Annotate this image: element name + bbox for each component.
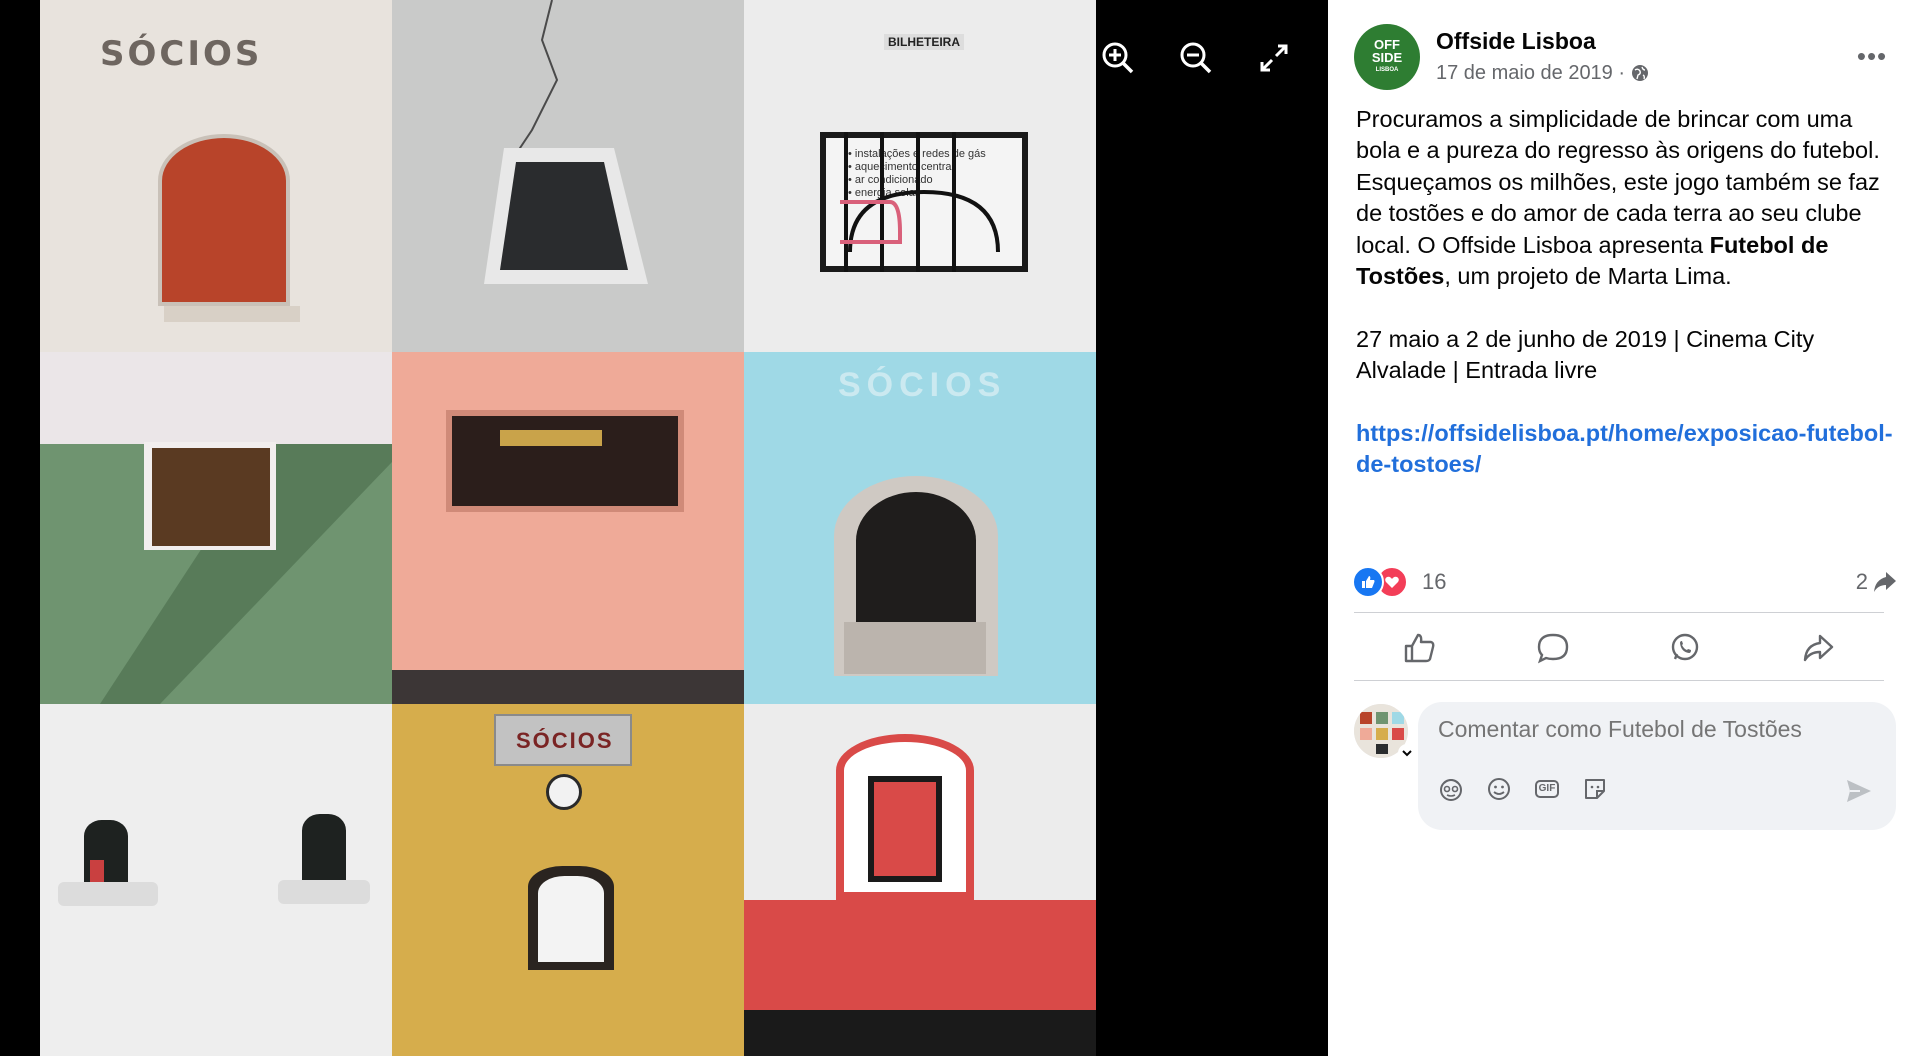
photo-tile-bilheteira: BILHETEIRA • instalações e redes de gás … — [744, 0, 1096, 352]
post-link[interactable]: https://offsidelisboa.pt/home/exposicao-… — [1356, 420, 1893, 477]
avatar-sticker-icon[interactable] — [1436, 774, 1466, 804]
comment-composer: GIF — [1418, 702, 1896, 830]
post-event-info: 27 maio a 2 de junho de 2019 | Cinema Ci… — [1356, 325, 1815, 384]
viewer-toolbar — [1094, 34, 1298, 82]
comment-button[interactable] — [1523, 624, 1583, 672]
share-icon — [1803, 634, 1833, 662]
send-icon[interactable] — [1844, 776, 1874, 806]
share-count-icon — [1874, 572, 1896, 592]
zoom-out-icon[interactable] — [1172, 34, 1220, 82]
whatsapp-icon — [1672, 633, 1699, 661]
more-options-button[interactable]: ••• — [1850, 38, 1894, 74]
tile-text-socios-faded: SÓCIOS — [838, 366, 1007, 404]
photo-tile-yellow-wall: SÓCIOS — [392, 704, 744, 1056]
share-button[interactable] — [1788, 624, 1848, 672]
account-switch-chevron-icon[interactable] — [1398, 744, 1416, 762]
gif-icon[interactable]: GIF — [1532, 774, 1562, 804]
comment-input[interactable] — [1438, 716, 1868, 743]
post-date[interactable]: 17 de maio de 2019 — [1436, 62, 1613, 84]
photo-tile-red-wall — [744, 704, 1096, 1056]
post-actions — [1354, 622, 1884, 674]
comment-icon — [1537, 633, 1568, 664]
comment-tools: GIF — [1436, 774, 1610, 804]
reaction-icons[interactable] — [1352, 566, 1412, 598]
divider — [1354, 612, 1884, 613]
photo-tile-white-wall — [40, 704, 392, 1056]
thumbs-up-icon — [1405, 633, 1435, 663]
sticker-icon[interactable] — [1580, 774, 1610, 804]
whatsapp-share-button[interactable] — [1655, 624, 1715, 672]
post-date-row: 17 de maio de 2019 · — [1436, 62, 1649, 88]
page-avatar[interactable]: OFF SIDE LISBOA — [1354, 24, 1420, 90]
photo-viewer: SÓCIOS BILHETEIRA • instalações e redes … — [0, 0, 1328, 1056]
post-paragraph: Procuramos a simplicidade de brincar com… — [1356, 106, 1880, 290]
share-count-row[interactable]: 2 — [1856, 569, 1898, 595]
post-header: OFF SIDE LISBOA Offside Lisboa 17 de mai… — [1354, 24, 1894, 94]
tile-text-socios: SÓCIOS — [100, 34, 263, 74]
reactions-row: 16 2 — [1352, 564, 1898, 600]
divider — [1354, 680, 1884, 681]
like-button[interactable] — [1390, 624, 1450, 672]
share-count: 2 — [1855, 569, 1868, 594]
tile-text-socios-sign: SÓCIOS — [516, 728, 614, 753]
photo-tile-socios-door: SÓCIOS — [40, 0, 392, 352]
globe-icon — [1631, 64, 1649, 88]
zoom-in-icon[interactable] — [1094, 34, 1142, 82]
page-name[interactable]: Offside Lisboa — [1436, 28, 1596, 55]
photo-tile-blue-wall: SÓCIOS — [744, 352, 1096, 704]
fullscreen-icon[interactable] — [1250, 34, 1298, 82]
date-separator: · — [1618, 62, 1626, 84]
post-sidebar: OFF SIDE LISBOA Offside Lisboa 17 de mai… — [1328, 0, 1920, 1056]
tile-text-bilheteira: BILHETEIRA — [884, 34, 964, 50]
post-message: Procuramos a simplicidade de brincar com… — [1356, 104, 1896, 481]
photo-tile-pink-wall — [392, 352, 744, 704]
emoji-icon[interactable] — [1484, 774, 1514, 804]
reaction-count[interactable]: 16 — [1422, 569, 1446, 595]
photo-tile-green-wall — [40, 352, 392, 704]
photo-tile-cracked-wall — [392, 0, 744, 352]
photo[interactable]: SÓCIOS BILHETEIRA • instalações e redes … — [40, 0, 1096, 1056]
like-reaction-icon — [1352, 566, 1384, 598]
